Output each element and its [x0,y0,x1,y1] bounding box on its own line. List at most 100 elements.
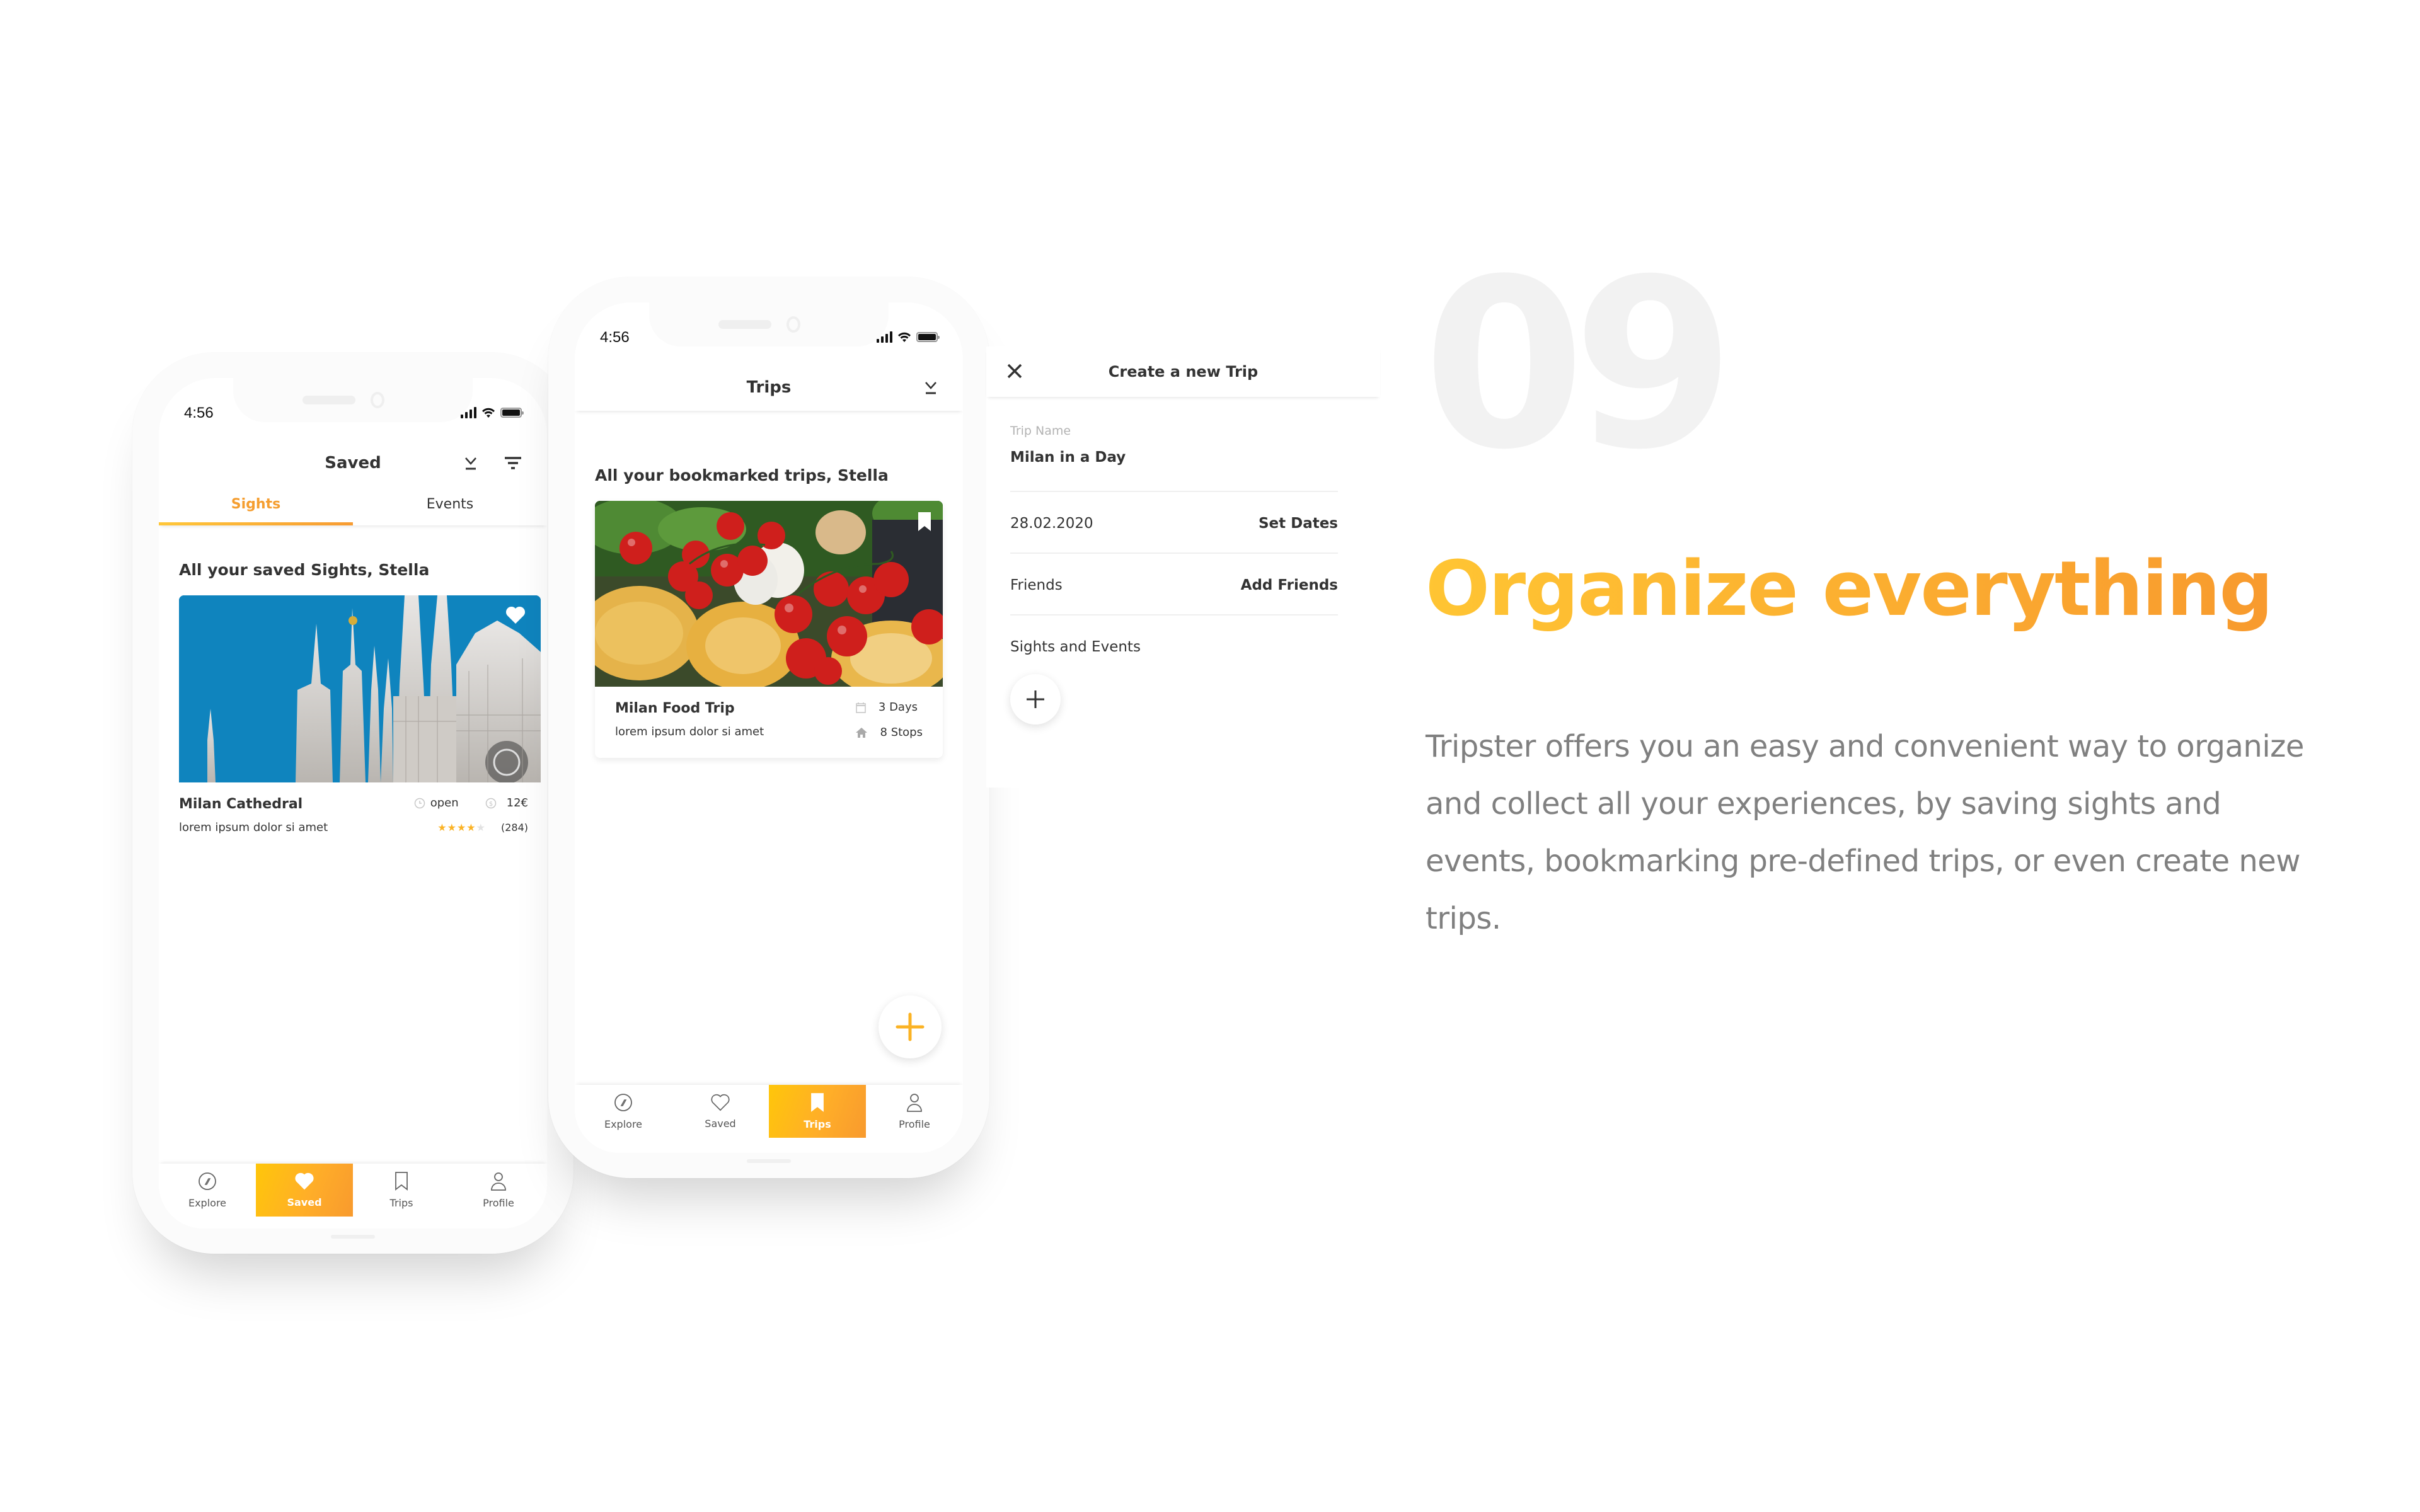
rating-stars: ★★★★★ [437,822,486,833]
saved-appbar: Saved [159,440,547,486]
compass-icon [614,1093,633,1114]
nav-item-saved[interactable]: Saved [672,1085,769,1138]
feature-description: Tripster offers you an easy and convenie… [1426,729,2304,936]
clock-icon [414,798,425,808]
set-dates-button[interactable]: Set Dates [1259,515,1338,532]
sights-row: Sights and Events [1010,639,1338,655]
signal-icon [461,407,476,418]
feature-headline: Organize everything [1426,546,2273,633]
trip-card[interactable]: Milan Food Trip lorem ipsum dolor si ame… [595,501,943,758]
nav-label: Trips [389,1196,413,1209]
bottom-nav: Explore Saved Trips Profile [575,1085,963,1138]
nav-item-explore[interactable]: Explore [159,1164,256,1217]
battery-icon [500,408,524,418]
star-filled-icon: ★ [437,822,447,833]
dates-row: 28.02.2020 Set Dates [1010,515,1338,532]
milan-cathedral-image [179,595,541,782]
calendar-icon [856,702,866,713]
nav-item-profile[interactable]: Profile [866,1085,963,1138]
add-friends-button[interactable]: Add Friends [1241,577,1338,593]
plus-icon [1027,690,1044,708]
price: 12€ [506,796,528,810]
signal-icon [877,331,892,343]
svg-text:$: $ [488,801,492,808]
create-trip-panel: Create a new Trip Trip Name Milan in a D… [986,346,1380,788]
home-icon [855,727,867,738]
star-filled-icon: ★ [447,822,457,833]
status-time: 4:56 [184,404,214,421]
filter-icon[interactable] [504,456,522,470]
sight-card[interactable]: Milan Cathedral lorem ipsum dolor si ame… [179,595,541,854]
saved-screen: 4:56 Saved Sights Events All your saved … [159,378,547,1228]
trip-duration: 3 Days [878,701,918,714]
trips-appbar: Trips [575,364,963,411]
nav-label: Trips [804,1118,831,1130]
phone-trips: 4:56 Trips All your bookmarked trips, St… [548,277,989,1178]
bookmark-icon [395,1171,408,1193]
coin-icon: $ [485,798,496,808]
wifi-icon [482,408,495,418]
nav-item-saved[interactable]: Saved [256,1164,353,1217]
date-value: 28.02.2020 [1010,515,1093,532]
food-illustration [595,501,943,687]
nav-item-profile[interactable]: Profile [450,1164,547,1217]
heart-icon [711,1094,730,1114]
add-sight-button[interactable] [1010,674,1061,724]
trip-name-label: Trip Name [1010,424,1071,438]
bottom-nav: Explore Saved Trips Profile [159,1164,547,1217]
tab-events[interactable]: Events [353,486,547,525]
divider [1010,614,1338,616]
nav-item-trips[interactable]: Trips [353,1164,450,1217]
heart-favorite-icon[interactable] [505,605,526,624]
speaker [302,396,355,404]
trip-name-field[interactable]: Trip Name Milan in a Day [1010,424,1338,466]
status-bar: 4:56 [575,329,963,354]
page-title: Saved [325,454,381,472]
star-filled-icon: ★ [466,822,476,833]
page-title: Trips [746,378,792,397]
user-icon [490,1172,507,1193]
add-trip-button[interactable] [879,995,942,1058]
status-bar: 4:56 [159,404,547,430]
compass-icon [198,1172,217,1193]
create-trip-title: Create a new Trip [1108,363,1259,381]
nav-label: Explore [604,1118,643,1130]
nav-label: Profile [483,1196,514,1209]
trip-name-value[interactable]: Milan in a Day [1010,449,1338,466]
nav-item-explore[interactable]: Explore [575,1085,672,1138]
section-title: All your saved Sights, Stella [179,561,430,579]
status-time: 4:56 [600,329,630,346]
plus-icon [896,1012,925,1041]
bookmark-icon [810,1092,824,1114]
saved-tabs: Sights Events [159,486,547,525]
bookmark-icon[interactable] [918,512,931,531]
open-status: open [430,796,459,810]
battery-icon [916,332,940,342]
home-indicator [747,1159,791,1163]
divider [1010,553,1338,554]
phone-saved: 4:56 Saved Sights Events All your saved … [132,353,573,1254]
user-icon [906,1093,923,1114]
nav-item-trips[interactable]: Trips [769,1085,866,1138]
feature-number: 09 [1423,230,1735,501]
review-count: (284) [500,822,528,833]
friends-row: Friends Add Friends [1010,577,1338,593]
sights-events-label: Sights and Events [1010,639,1141,655]
friends-label: Friends [1010,577,1063,593]
tab-sights[interactable]: Sights [159,486,353,525]
section-title: All your bookmarked trips, Stella [595,466,889,484]
nav-label: Explore [188,1196,227,1209]
cathedral-illustration [179,595,541,782]
nav-label: Profile [899,1118,930,1130]
nav-label: Saved [705,1117,736,1130]
star-filled-icon: ★ [456,822,467,833]
download-icon[interactable] [924,380,938,395]
star-empty-icon: ★ [476,822,486,833]
create-trip-header: Create a new Trip [986,346,1380,397]
wifi-icon [898,332,911,342]
food-image [595,501,943,687]
trips-screen: 4:56 Trips All your bookmarked trips, St… [575,302,963,1153]
home-indicator [331,1235,375,1239]
download-icon[interactable] [464,455,478,471]
speaker [718,320,771,329]
